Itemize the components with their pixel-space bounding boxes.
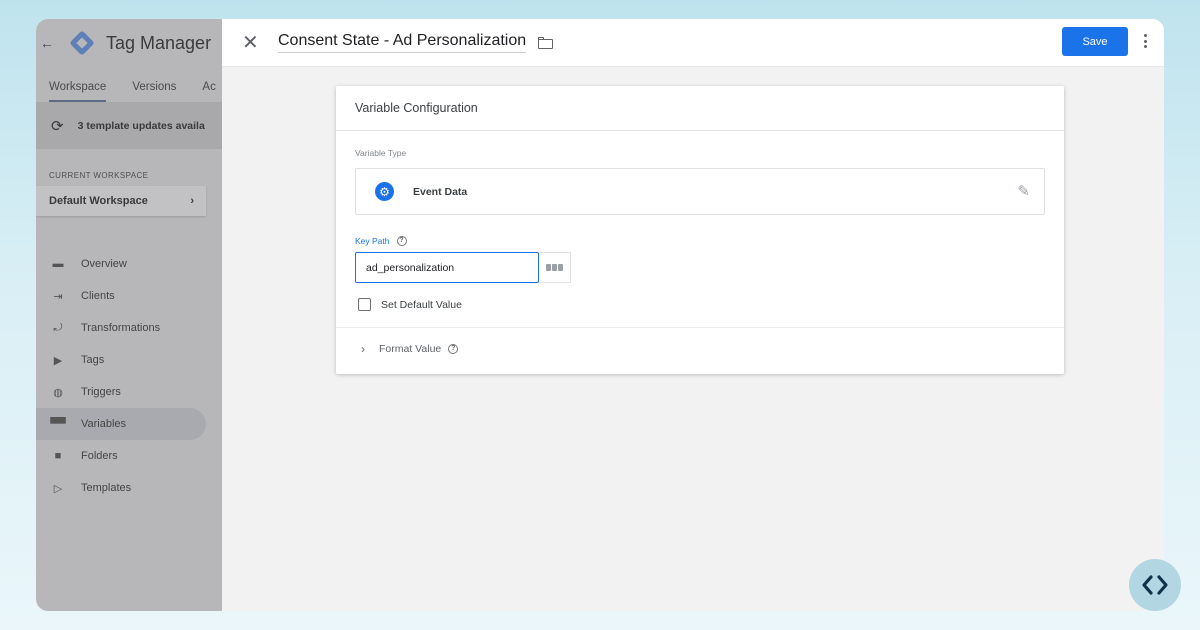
variable-picker-button[interactable] (539, 252, 571, 283)
key-path-label: Key Path ? (355, 236, 407, 246)
template-updates-text: 3 template updates availa (77, 120, 205, 132)
sidebar-item-label: Tags (81, 354, 105, 366)
help-icon[interactable]: ? (448, 344, 459, 354)
template-updates-banner[interactable]: ⟳ 3 template updates availa (36, 103, 222, 149)
briefcase-icon: ▬ (52, 258, 64, 270)
workspace-tabs: Workspace Versions Ac (36, 67, 222, 103)
chevron-right-icon: › (190, 195, 194, 207)
app-title: Tag Manager (106, 32, 212, 53)
sidebar-item-variables[interactable]: ▀▀ Variables (36, 408, 206, 440)
refresh-icon: ⟳ (51, 118, 64, 135)
editor-panel: ✕ Consent State - Ad Personalization Sav… (222, 19, 1164, 611)
chevron-right-icon: › (361, 342, 365, 356)
workspace-selector[interactable]: Default Workspace › (36, 186, 206, 216)
sidebar-item-overview[interactable]: ▬ Overview (36, 248, 206, 280)
sidebar-item-label: Folders (81, 450, 118, 462)
sidebar-item-clients[interactable]: ⇥ Clients (36, 280, 206, 312)
sidebar: ← Tag Manager Workspace Versions Ac ⟳ 3 … (36, 19, 222, 611)
clients-icon: ⇥ (53, 290, 63, 303)
help-icon[interactable]: ? (396, 236, 407, 246)
format-value-label: Format Value (379, 343, 442, 355)
folder-icon: ■ (54, 450, 62, 462)
tab-admin[interactable]: Ac (202, 81, 215, 102)
gear-icon: ⚙ (375, 182, 394, 201)
set-default-value-label: Set Default Value (381, 298, 462, 311)
sidebar-nav: ▬ Overview ⇥ Clients ⤾ Transformations ▶… (36, 248, 222, 504)
variable-type-name: Event Data (413, 185, 468, 198)
more-vert-icon[interactable] (1140, 31, 1150, 51)
sidebar-item-label: Clients (81, 290, 115, 302)
tab-versions[interactable]: Versions (132, 81, 176, 102)
back-arrow-icon[interactable]: ← (40, 35, 58, 51)
tab-workspace[interactable]: Workspace (49, 81, 107, 102)
save-button[interactable]: Save (1062, 27, 1128, 56)
sidebar-header: ← Tag Manager (36, 19, 222, 67)
card-title: Variable Configuration (336, 86, 1064, 131)
sidebar-item-label: Triggers (81, 386, 121, 398)
set-default-value-checkbox[interactable] (358, 298, 371, 311)
variable-name-title[interactable]: Consent State - Ad Personalization (278, 32, 527, 53)
variable-type-selector[interactable]: ⚙ Event Data ✎ (355, 168, 1045, 215)
variable-type-label: Variable Type (355, 148, 407, 158)
sidebar-item-label: Transformations (81, 322, 161, 334)
key-path-label-text: Key Path (355, 236, 390, 246)
sidebar-item-label: Overview (81, 258, 127, 270)
app-window: ← Tag Manager Workspace Versions Ac ⟳ 3 … (36, 19, 1164, 611)
sidebar-item-triggers[interactable]: ◍ Triggers (36, 376, 206, 408)
tag-icon: ▶ (53, 354, 63, 367)
current-workspace-label: CURRENT WORKSPACE (49, 171, 149, 180)
transformations-icon: ⤾ (53, 321, 63, 334)
close-icon[interactable]: ✕ (242, 30, 262, 55)
trigger-icon: ◍ (53, 386, 63, 399)
sidebar-item-tags[interactable]: ▶ Tags (36, 344, 206, 376)
folder-icon[interactable] (538, 36, 554, 49)
editor-toolbar: ✕ Consent State - Ad Personalization Sav… (222, 19, 1164, 67)
variables-icon (546, 264, 563, 271)
tag-manager-logo-icon (69, 30, 95, 56)
template-icon: ▷ (53, 482, 63, 495)
sidebar-item-transformations[interactable]: ⤾ Transformations (36, 312, 206, 344)
sidebar-item-folders[interactable]: ■ Folders (36, 440, 206, 472)
code-brackets-icon (1129, 559, 1181, 611)
key-path-input[interactable] (355, 252, 539, 283)
sidebar-item-templates[interactable]: ▷ Templates (36, 472, 206, 504)
sidebar-item-label: Variables (81, 418, 127, 430)
variables-icon: ▀▀ (50, 418, 66, 430)
divider (336, 327, 1064, 328)
format-value-expander[interactable]: › Format Value ? (361, 342, 459, 356)
workspace-name: Default Workspace (49, 195, 148, 207)
variable-configuration-card: Variable Configuration Variable Type ⚙ E… (336, 86, 1064, 374)
set-default-value-row[interactable]: Set Default Value (358, 298, 462, 311)
pencil-icon[interactable]: ✎ (1017, 182, 1030, 200)
sidebar-item-label: Templates (81, 482, 132, 494)
